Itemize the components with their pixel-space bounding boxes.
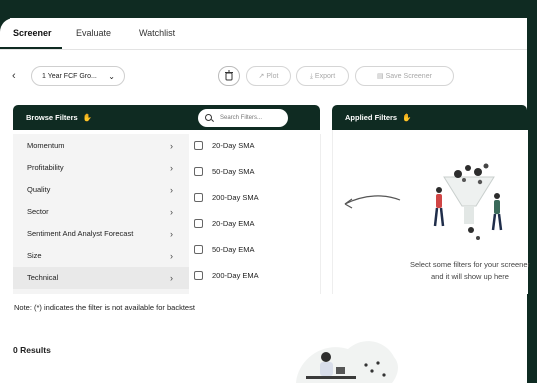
- applied-filters-title: Applied Filters: [345, 113, 398, 122]
- category-sector[interactable]: Sector ›: [13, 201, 189, 223]
- checkbox[interactable]: [194, 193, 203, 202]
- category-profitability[interactable]: Profitability ›: [13, 157, 189, 179]
- option-label: 50-Day EMA: [212, 245, 255, 254]
- applied-filters-header: Applied Filters ✋: [332, 105, 527, 130]
- save-icon: ▤: [377, 73, 384, 80]
- category-label: Momentum: [27, 141, 65, 150]
- top-bar: [0, 0, 537, 18]
- chevron-right-icon: ›: [170, 163, 173, 173]
- chevron-right-icon: ›: [170, 141, 173, 151]
- search-icon: [205, 114, 212, 121]
- checkbox[interactable]: [194, 167, 203, 176]
- checkbox[interactable]: [194, 245, 203, 254]
- category-label: Quality: [27, 185, 51, 194]
- trend-icon: ↗: [258, 73, 265, 80]
- chevron-right-icon: ›: [170, 273, 173, 283]
- backtest-note: Note: (*) indicates the filter is not av…: [14, 303, 195, 312]
- category-momentum[interactable]: Momentum ›: [13, 135, 189, 157]
- filter-option-200-day-ema[interactable]: 200-Day EMA: [194, 268, 314, 284]
- trash-icon: [225, 70, 233, 81]
- category-technical[interactable]: Technical ›: [13, 267, 189, 289]
- back-button[interactable]: ‹: [12, 70, 16, 82]
- checkbox[interactable]: [194, 219, 203, 228]
- export-label: Export: [314, 73, 336, 80]
- chevron-left-icon: ‹: [12, 70, 16, 82]
- filter-options-list: 20-Day SMA 50-Day SMA 200-Day SMA 20-Day…: [189, 134, 321, 294]
- chevron-right-icon: ›: [170, 207, 173, 217]
- empty-state-illustration: [344, 163, 503, 240]
- filter-option-50-day-sma[interactable]: 50-Day SMA: [194, 164, 314, 180]
- plot-button[interactable]: ↗ Plot: [246, 66, 291, 86]
- filter-option-200-day-sma[interactable]: 200-Day SMA: [194, 190, 314, 206]
- results-illustration: [296, 341, 398, 383]
- chevron-right-icon: ›: [170, 251, 173, 261]
- search-placeholder: Search Filters...: [220, 115, 263, 121]
- plot-label: Plot: [266, 73, 279, 80]
- option-label: 50-Day SMA: [212, 167, 255, 176]
- results-count: 0 Results: [13, 345, 51, 355]
- delete-button[interactable]: [218, 66, 240, 86]
- chevron-right-icon: ›: [170, 229, 173, 239]
- tab-bar: Screener Evaluate Watchlist: [0, 18, 527, 50]
- save-label: Save Screener: [385, 73, 432, 80]
- download-icon: ⤓: [309, 73, 313, 80]
- checkbox[interactable]: [194, 271, 203, 280]
- preset-dropdown[interactable]: 1 Year FCF Gro... ⌄: [31, 66, 125, 86]
- category-label: Profitability: [27, 163, 64, 172]
- hand-emoji-icon: ✋: [82, 113, 93, 122]
- chevron-right-icon: ›: [170, 185, 173, 195]
- option-label: 20-Day SMA: [212, 141, 255, 150]
- export-button[interactable]: ⤓ Export: [296, 66, 349, 86]
- browse-filters-title: Browse Filters: [26, 113, 78, 122]
- category-list: Momentum › Profitability › Quality › Sector…: [13, 134, 189, 294]
- filter-option-20-day-sma[interactable]: 20-Day SMA: [194, 138, 314, 154]
- category-label: Size: [27, 251, 42, 260]
- save-screener-button[interactable]: ▤ Save Screener: [355, 66, 454, 86]
- option-label: 200-Day SMA: [212, 193, 259, 202]
- active-tab-indicator: [0, 47, 62, 49]
- filter-option-50-day-ema[interactable]: 50-Day EMA: [194, 242, 314, 258]
- background-panel-right: [527, 18, 537, 383]
- category-label: Sector: [27, 207, 49, 216]
- tab-watchlist[interactable]: Watchlist: [139, 18, 175, 48]
- category-sentiment[interactable]: Sentiment And Analyst Forecast ›: [13, 223, 189, 245]
- tab-evaluate[interactable]: Evaluate: [76, 18, 111, 48]
- option-label: 20-Day EMA: [212, 219, 255, 228]
- preset-value: 1 Year FCF Gro...: [42, 73, 97, 80]
- filter-option-20-day-ema[interactable]: 20-Day EMA: [194, 216, 314, 232]
- category-quality[interactable]: Quality ›: [13, 179, 189, 201]
- checkbox[interactable]: [194, 141, 203, 150]
- empty-state-line: and it will show up here: [431, 272, 509, 281]
- chevron-down-icon: ⌄: [108, 72, 115, 81]
- search-filters-input[interactable]: Search Filters...: [198, 109, 288, 127]
- empty-state-message: Select some filters for your screener an…: [395, 259, 537, 283]
- category-size[interactable]: Size ›: [13, 245, 189, 267]
- hand-emoji-icon: ✋: [402, 113, 412, 122]
- option-label: 200-Day EMA: [212, 271, 259, 280]
- tab-screener[interactable]: Screener: [13, 18, 52, 48]
- category-label: Technical: [27, 273, 59, 282]
- empty-state-line: Select some filters for your screener: [409, 260, 531, 269]
- category-label: Sentiment And Analyst Forecast: [27, 229, 134, 238]
